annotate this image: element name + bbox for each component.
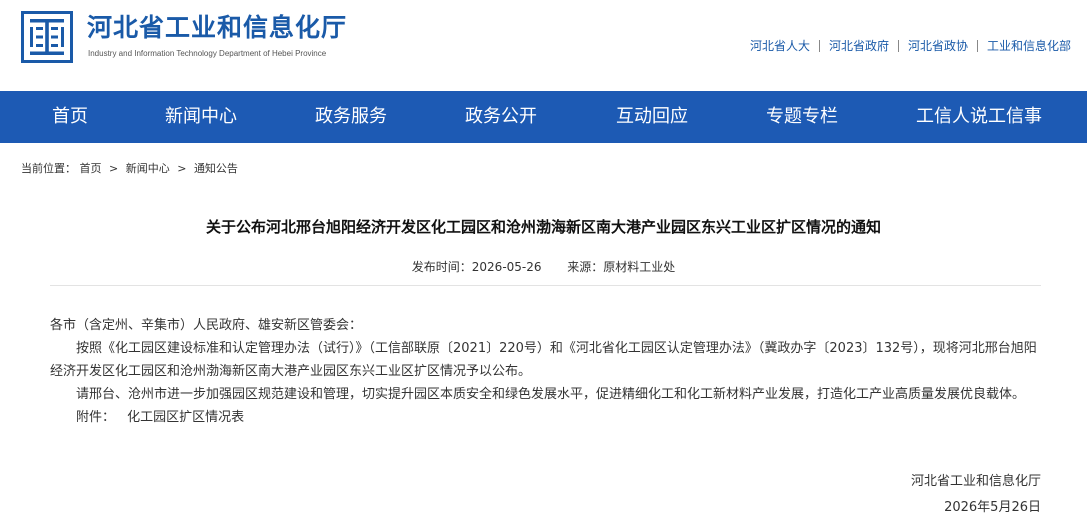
nav-item-special-topics[interactable]: 专题专栏 (766, 91, 838, 143)
top-link-provincial-congress[interactable]: 河北省人大 (750, 37, 810, 54)
top-link-separator (818, 39, 820, 52)
attachment-line: 附件： 化工园区扩区情况表 (50, 406, 1041, 429)
breadcrumb-notices[interactable]: 通知公告 (194, 162, 238, 175)
title-divider (50, 285, 1041, 286)
signature: 河北省工业和信息化厅 (910, 474, 1041, 489)
breadcrumb-label: 当前位置： (21, 162, 76, 175)
salutation: 各市（含定州、辛集市）人民政府、雄安新区管委会： (50, 318, 363, 333)
body-paragraph: 按照《化工园区建设标准和认定管理办法（试行）》（工信部联原〔2021〕220号）… (50, 341, 1037, 379)
hebei-logo-icon[interactable] (21, 11, 73, 63)
nav-item-news-center[interactable]: 新闻中心 (165, 91, 237, 143)
top-link-separator (976, 39, 978, 52)
breadcrumb-news-center[interactable]: 新闻中心 (126, 162, 170, 175)
publish-date-label: 发布时间： (411, 260, 472, 274)
nav-item-industry-talks[interactable]: 工信人说工信事 (916, 91, 1042, 143)
attachment-link[interactable]: 化工园区扩区情况表 (127, 410, 244, 425)
source-value: 原材料工业处 (603, 260, 676, 274)
source-label: 来源： (567, 260, 604, 274)
attachment-label: 附件： (76, 410, 116, 425)
article-body: 各市（含定州、辛集市）人民政府、雄安新区管委会： 按照《化工园区建设标准和认定管… (50, 314, 1041, 429)
main-nav: 首页 新闻中心 政务服务 政务公开 互动回应 专题专栏 工信人说工信事 (0, 91, 1087, 143)
breadcrumb: 当前位置： 首页 > 新闻中心 > 通知公告 (21, 160, 238, 176)
site-subtitle: Industry and Information Technology Depa… (88, 49, 327, 58)
top-link-provincial-cppcc[interactable]: 河北省政协 (908, 37, 968, 54)
top-link-miit[interactable]: 工业和信息化部 (987, 37, 1071, 54)
nav-item-home[interactable]: 首页 (52, 91, 88, 143)
nav-item-interaction[interactable]: 互动回应 (616, 91, 688, 143)
nav-item-government-services[interactable]: 政务服务 (315, 91, 387, 143)
article-title: 关于公布河北邢台旭阳经济开发区化工园区和沧州渤海新区南大港产业园区东兴工业区扩区… (205, 218, 881, 236)
site-title[interactable]: 河北省工业和信息化厅 (87, 11, 347, 45)
top-link-separator (897, 39, 899, 52)
publish-date: 2026-05-26 (471, 260, 542, 274)
top-link-provincial-government[interactable]: 河北省政府 (829, 37, 889, 54)
top-links: 河北省人大 河北省政府 河北省政协 工业和信息化部 (750, 37, 1071, 54)
breadcrumb-separator: > (177, 162, 187, 175)
breadcrumb-separator: > (109, 162, 119, 175)
site-header: 河北省工业和信息化厅 Industry and Information Tech… (0, 0, 1087, 91)
breadcrumb-home[interactable]: 首页 (80, 162, 102, 175)
signature-date: 2026年5月26日 (944, 500, 1041, 515)
article-meta: 发布时间：2026-05-26 来源：原材料工业处 (0, 258, 1087, 275)
body-paragraph: 请邢台、沧州市进一步加强园区规范建设和管理，切实提升园区本质安全和绿色发展水平，… (76, 387, 1026, 402)
nav-item-government-disclosure[interactable]: 政务公开 (465, 91, 537, 143)
